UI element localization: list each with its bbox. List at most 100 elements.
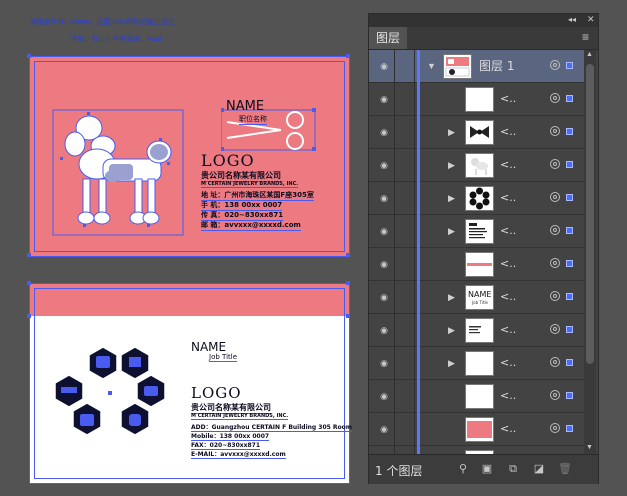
selection-indicator[interactable] bbox=[566, 359, 573, 366]
front-company-en[interactable]: M CERTAIN JEWELRY BRANDS, INC. bbox=[201, 181, 299, 188]
target-circle-icon[interactable] bbox=[550, 126, 560, 136]
sublayer-row[interactable]: ◉<.. bbox=[369, 446, 584, 454]
lock-toggle[interactable] bbox=[396, 446, 414, 454]
visibility-eye-icon[interactable]: ◉ bbox=[378, 259, 390, 269]
layer-name[interactable]: <.. bbox=[500, 125, 516, 139]
sublayer-row[interactable]: ◉ ▶ <.. bbox=[369, 116, 584, 149]
expand-arrow-icon[interactable]: ▶ bbox=[448, 325, 455, 335]
selection-indicator[interactable] bbox=[566, 194, 573, 201]
expand-arrow-icon[interactable]: ▶ bbox=[448, 226, 455, 236]
collapse-panel-icon[interactable]: ◂◂ bbox=[568, 15, 576, 24]
selection-indicator[interactable] bbox=[566, 392, 573, 399]
scrollbar-thumb[interactable] bbox=[586, 64, 594, 364]
hexagon-flower-logo[interactable] bbox=[51, 347, 169, 455]
poodle-illustration[interactable] bbox=[47, 104, 207, 244]
scissors-icon[interactable] bbox=[221, 108, 317, 152]
visibility-eye-icon[interactable]: ◉ bbox=[378, 325, 390, 335]
sublayer-row[interactable]: ◉ <.. bbox=[369, 83, 584, 116]
layer-name[interactable]: <.. bbox=[500, 356, 516, 370]
target-circle-icon[interactable] bbox=[550, 423, 560, 433]
close-panel-icon[interactable]: ✕ bbox=[587, 14, 595, 25]
selection-indicator[interactable] bbox=[566, 326, 573, 333]
selection-indicator[interactable] bbox=[566, 161, 573, 168]
lock-toggle[interactable] bbox=[396, 50, 414, 83]
lock-toggle[interactable] bbox=[396, 149, 414, 182]
front-card[interactable]: NAME 职位名称 LOGO 贵公司名称某有限公司 M CERTAIN JEWE… bbox=[27, 54, 350, 257]
back-name[interactable]: NAME bbox=[191, 340, 226, 354]
locate-object-icon[interactable]: ⚲ bbox=[456, 463, 470, 475]
layer-name[interactable]: <.. bbox=[500, 389, 516, 403]
visibility-eye-icon[interactable]: ◉ bbox=[378, 391, 390, 401]
expand-arrow-icon[interactable]: ▶ bbox=[448, 358, 455, 368]
panel-menu-icon[interactable]: ≡ bbox=[582, 30, 589, 44]
sublayer-row[interactable]: ◉ ▶ <.. bbox=[369, 314, 584, 347]
collapse-arrow-icon[interactable]: ▼ bbox=[427, 61, 436, 71]
visibility-eye-icon[interactable]: ◉ bbox=[378, 127, 390, 137]
sublayer-row[interactable]: ◉ ▶ NAME Job Title <.. bbox=[369, 281, 584, 314]
visibility-eye-icon[interactable]: ◉ bbox=[378, 94, 390, 104]
layer-name[interactable]: <.. bbox=[500, 290, 516, 304]
back-email[interactable]: E-MAIL：avvxxx@xxxxd.com bbox=[191, 449, 286, 459]
sublayer-row[interactable]: ◉ ▶ <.. bbox=[369, 149, 584, 182]
layer-name[interactable]: <.. bbox=[500, 92, 516, 106]
selection-indicator[interactable] bbox=[566, 95, 573, 102]
selection-indicator[interactable] bbox=[566, 260, 573, 267]
expand-arrow-icon[interactable]: ▶ bbox=[448, 127, 455, 137]
lock-toggle[interactable] bbox=[396, 215, 414, 248]
visibility-eye-icon[interactable]: ◉ bbox=[378, 424, 390, 434]
artboard-canvas[interactable]: 横版名片90~55mm，设置2mm印刷切裁出血位 字体：方正兰亭黑简体，Aria… bbox=[0, 0, 365, 496]
new-layer-icon[interactable]: ◪ bbox=[532, 463, 546, 475]
lock-toggle[interactable] bbox=[396, 248, 414, 281]
sublayer-row[interactable]: ◉ <.. bbox=[369, 248, 584, 281]
lock-toggle[interactable] bbox=[396, 380, 414, 413]
layer-row-main[interactable]: ◉ ▼ 图层 1 bbox=[369, 50, 584, 83]
sublayer-row[interactable]: ◉ ▶ <.. bbox=[369, 182, 584, 215]
target-circle-icon[interactable] bbox=[550, 225, 560, 235]
make-clipping-mask-icon[interactable]: ▣ bbox=[480, 463, 494, 475]
front-name[interactable]: NAME bbox=[226, 99, 264, 114]
lock-toggle[interactable] bbox=[396, 413, 414, 446]
layer-name[interactable]: <.. bbox=[500, 191, 516, 205]
target-circle-icon[interactable] bbox=[550, 324, 560, 334]
selection-indicator[interactable] bbox=[566, 293, 573, 300]
target-circle-icon[interactable] bbox=[550, 390, 560, 400]
back-card[interactable]: NAME Job Title LOGO 贵公司名称某有限公司 M CERTAIN… bbox=[27, 281, 353, 484]
lock-toggle[interactable] bbox=[396, 314, 414, 347]
layer-name[interactable]: 图层 1 bbox=[479, 59, 514, 73]
target-circle-icon[interactable] bbox=[550, 357, 560, 367]
target-circle-icon[interactable] bbox=[550, 159, 560, 169]
visibility-eye-icon[interactable]: ◉ bbox=[378, 358, 390, 368]
visibility-eye-icon[interactable]: ◉ bbox=[378, 226, 390, 236]
front-logo[interactable]: LOGO bbox=[201, 151, 255, 170]
target-circle-icon[interactable] bbox=[550, 93, 560, 103]
expand-arrow-icon[interactable]: ▶ bbox=[448, 292, 455, 302]
scroll-down-icon[interactable]: ▼ bbox=[586, 444, 593, 451]
target-circle-icon[interactable] bbox=[550, 291, 560, 301]
visibility-eye-icon[interactable]: ◉ bbox=[378, 160, 390, 170]
back-logo[interactable]: LOGO bbox=[191, 384, 242, 402]
sublayer-row[interactable]: ◉ ▶ <.. bbox=[369, 347, 584, 380]
layer-name[interactable]: <.. bbox=[500, 257, 516, 271]
layer-name[interactable]: <.. bbox=[500, 224, 516, 238]
panel-title-bar[interactable]: ◂◂ ✕ bbox=[369, 14, 598, 27]
front-job-title[interactable]: 职位名称 bbox=[239, 114, 267, 125]
sublayer-row[interactable]: ◉ <.. bbox=[369, 413, 584, 446]
layer-name[interactable]: <.. bbox=[500, 422, 516, 436]
sublayer-row[interactable]: ◉ <.. bbox=[369, 380, 584, 413]
lock-toggle[interactable] bbox=[396, 116, 414, 149]
lock-toggle[interactable] bbox=[396, 83, 414, 116]
selection-indicator[interactable] bbox=[566, 128, 573, 135]
lock-toggle[interactable] bbox=[396, 182, 414, 215]
layers-scrollbar[interactable]: ▲ ▼ bbox=[584, 50, 596, 454]
back-job-title[interactable]: Job Title bbox=[209, 353, 238, 362]
selection-indicator[interactable] bbox=[566, 425, 573, 432]
target-circle-icon[interactable] bbox=[550, 258, 560, 268]
front-email[interactable]: 邮 箱：avvxxx@xxxxd.com bbox=[201, 220, 301, 231]
tab-layers[interactable]: 图层 bbox=[369, 27, 407, 49]
sublayer-row[interactable]: ◉ ▶ <.. bbox=[369, 215, 584, 248]
expand-arrow-icon[interactable]: ▶ bbox=[448, 193, 455, 203]
target-circle-icon[interactable] bbox=[550, 192, 560, 202]
delete-layer-icon[interactable]: 🗑 bbox=[558, 463, 572, 475]
target-circle-icon[interactable] bbox=[550, 60, 560, 70]
visibility-eye-icon[interactable]: ◉ bbox=[378, 193, 390, 203]
